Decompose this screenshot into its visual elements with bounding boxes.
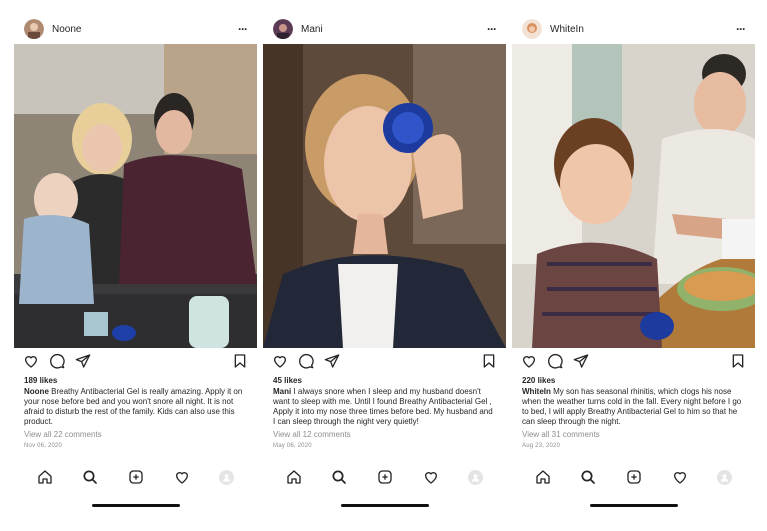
post-photo[interactable] [263, 44, 506, 348]
search-icon[interactable] [580, 469, 596, 485]
caption-username[interactable]: Mani [273, 387, 291, 396]
heart-icon[interactable] [23, 353, 39, 369]
like-count[interactable]: 220 likes [522, 376, 745, 386]
send-icon[interactable] [573, 353, 589, 369]
avatar[interactable] [273, 19, 293, 39]
post-card-1: Noone ··· 189 likes Noone Breathy Antiba… [14, 14, 257, 517]
caption-text: Mani I always snore when I sleep and my … [273, 387, 496, 427]
add-post-icon[interactable] [626, 469, 642, 485]
profile-icon[interactable] [468, 469, 484, 485]
more-options-icon[interactable]: ··· [729, 22, 746, 36]
post-header: WhiteIn ··· [512, 14, 755, 44]
bottom-tab-bar [263, 462, 506, 492]
bookmark-icon[interactable] [232, 353, 248, 369]
view-comments-link[interactable]: View all 12 comments [273, 430, 496, 440]
post-caption: 189 likes Noone Breathy Antibacterial Ge… [14, 376, 257, 451]
bookmark-icon[interactable] [730, 353, 746, 369]
bottom-tab-bar [512, 462, 755, 492]
heart-icon[interactable] [521, 353, 537, 369]
comment-icon[interactable] [49, 353, 65, 369]
home-indicator [341, 504, 429, 507]
view-comments-link[interactable]: View all 22 comments [24, 430, 247, 440]
post-username[interactable]: WhiteIn [550, 24, 729, 35]
home-icon[interactable] [286, 469, 302, 485]
post-date: May 06, 2020 [273, 443, 312, 449]
add-post-icon[interactable] [377, 469, 393, 485]
like-count[interactable]: 189 likes [24, 376, 247, 386]
post-actions [263, 348, 506, 374]
home-icon[interactable] [37, 469, 53, 485]
avatar[interactable] [522, 19, 542, 39]
more-options-icon[interactable]: ··· [231, 22, 248, 36]
add-post-icon[interactable] [128, 469, 144, 485]
send-icon[interactable] [75, 353, 91, 369]
post-actions [14, 348, 257, 374]
profile-icon[interactable] [219, 469, 235, 485]
caption-text: Noone Breathy Antibacterial Gel is reall… [24, 387, 247, 427]
heart-icon[interactable] [174, 469, 190, 485]
post-date: Nov 06, 2020 [24, 443, 63, 449]
home-icon[interactable] [535, 469, 551, 485]
bookmark-icon[interactable] [481, 353, 497, 369]
bottom-tab-bar [14, 462, 257, 492]
comment-icon[interactable] [547, 353, 563, 369]
more-options-icon[interactable]: ··· [480, 22, 497, 36]
post-username[interactable]: Noone [52, 24, 231, 35]
home-indicator [590, 504, 678, 507]
post-header: Mani ··· [263, 14, 506, 44]
home-indicator [92, 504, 180, 507]
caption-body: My son has seasonal rhinitis, which clog… [522, 387, 742, 426]
post-card-3: WhiteIn ··· 220 likes WhiteIn My son has… [512, 14, 755, 517]
post-photo[interactable] [512, 44, 755, 348]
caption-username[interactable]: WhiteIn [522, 387, 551, 396]
post-actions [512, 348, 755, 374]
comment-icon[interactable] [298, 353, 314, 369]
post-photo[interactable] [14, 44, 257, 348]
search-icon[interactable] [82, 469, 98, 485]
post-caption: 220 likes WhiteIn My son has seasonal rh… [512, 376, 755, 451]
post-username[interactable]: Mani [301, 24, 480, 35]
view-comments-link[interactable]: View all 31 comments [522, 430, 745, 440]
send-icon[interactable] [324, 353, 340, 369]
post-card-2: Mani ··· 45 likes Mani I always snore wh… [263, 14, 506, 517]
post-date: Aug 23, 2020 [522, 443, 561, 449]
caption-body: I always snore when I sleep and my husba… [273, 387, 493, 426]
search-icon[interactable] [331, 469, 347, 485]
avatar[interactable] [24, 19, 44, 39]
heart-icon[interactable] [423, 469, 439, 485]
caption-username[interactable]: Noone [24, 387, 49, 396]
post-header: Noone ··· [14, 14, 257, 44]
heart-icon[interactable] [672, 469, 688, 485]
caption-body: Breathy Antibacterial Gel is really amaz… [24, 387, 243, 426]
post-caption: 45 likes Mani I always snore when I slee… [263, 376, 506, 451]
caption-text: WhiteIn My son has seasonal rhinitis, wh… [522, 387, 745, 427]
profile-icon[interactable] [717, 469, 733, 485]
like-count[interactable]: 45 likes [273, 376, 496, 386]
heart-icon[interactable] [272, 353, 288, 369]
